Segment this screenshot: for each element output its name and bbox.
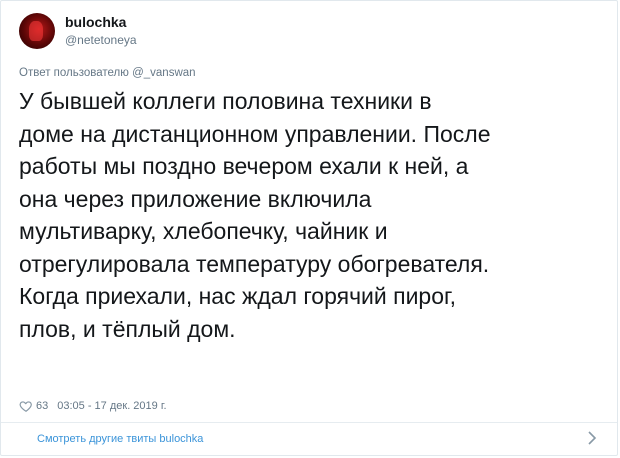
user-handle[interactable]: @netetoneya [65,33,137,47]
avatar[interactable] [19,13,55,49]
tweet-header: bulochka @netetoneya [19,13,137,49]
chevron-right-icon[interactable] [587,431,597,445]
tweet-text: У бывшей коллеги половина техники в доме… [19,88,491,342]
more-tweets-link[interactable]: Смотреть другие твиты bulochka [37,433,203,445]
like-count: 63 [36,400,49,412]
reply-to-label: Ответ пользователю @_vanswan [19,67,196,79]
tweet-timestamp[interactable]: 03:05 - 17 дек. 2019 г. [57,400,166,412]
tweet-card: bulochka @netetoneya Ответ пользователю … [0,0,618,456]
tweet-meta: 63 03:05 - 17 дек. 2019 г. [19,399,167,413]
display-name[interactable]: bulochka [65,14,137,30]
footer-divider [1,422,617,423]
heart-icon[interactable] [19,399,33,413]
user-names: bulochka @netetoneya [65,14,137,47]
